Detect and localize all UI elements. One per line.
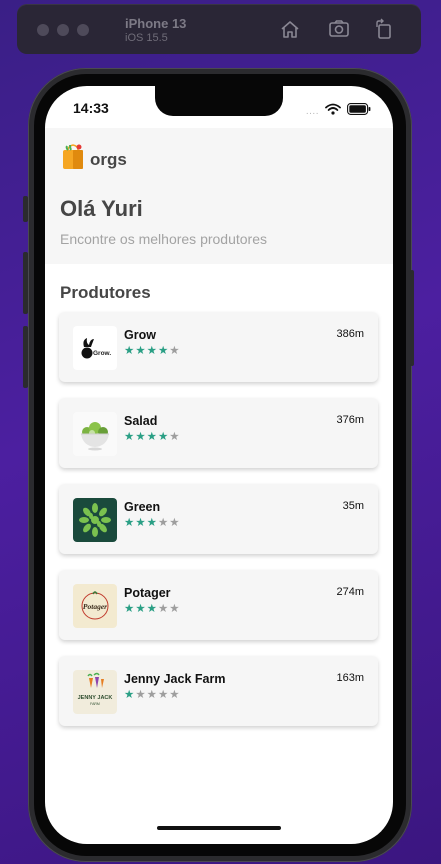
rotate-icon[interactable] <box>373 18 395 40</box>
star-icon: ★ <box>135 345 146 357</box>
star-icon: ★ <box>146 689 157 701</box>
producer-card[interactable]: Salad 376m ★ ★ ★ ★ ★ <box>59 398 378 468</box>
phone-screen: 14:33 .... orgs Olá Yuri Encontre os mel… <box>45 86 393 844</box>
svg-text:JENNY JACK: JENNY JACK <box>78 695 113 701</box>
notch <box>155 86 283 116</box>
star-icon: ★ <box>124 431 135 443</box>
svg-text:Potager: Potager <box>83 602 107 611</box>
status-icons: .... <box>306 102 371 120</box>
star-icon: ★ <box>146 603 157 615</box>
producer-distance: 274m <box>336 586 364 598</box>
producer-logo <box>73 498 117 542</box>
star-icon: ★ <box>157 345 169 357</box>
battery-icon <box>347 102 371 120</box>
producer-card[interactable]: Grow. Grow 386m ★ ★ ★ ★ ★ <box>59 312 378 382</box>
star-icon: ★ <box>146 517 157 529</box>
producer-name: Green <box>124 500 161 514</box>
star-icon: ★ <box>135 517 146 529</box>
producer-name: Salad <box>124 414 158 428</box>
producer-logo: JENNY JACK FARM <box>73 670 117 714</box>
simulator-toolbar: iPhone 13 iOS 15.5 <box>17 4 421 54</box>
minimize-window-button[interactable] <box>57 24 69 36</box>
star-icon: ★ <box>135 431 146 443</box>
svg-text:FARM: FARM <box>90 702 100 706</box>
mute-switch <box>23 196 28 222</box>
star-icon: ★ <box>157 689 169 701</box>
producer-name: Potager <box>124 586 171 600</box>
star-icon: ★ <box>169 689 180 701</box>
producer-card[interactable]: JENNY JACK FARM Jenny Jack Farm 163m ★ ★ ★ ★ ★ <box>59 656 378 726</box>
producer-logo: Grow. <box>73 326 117 370</box>
home-icon[interactable] <box>279 18 301 40</box>
star-icon: ★ <box>135 689 146 701</box>
greeting-title: Olá Yuri <box>60 196 143 221</box>
star-icon: ★ <box>157 603 169 615</box>
star-icon: ★ <box>169 517 180 529</box>
star-rating: ★ ★ ★ ★ ★ <box>124 517 180 529</box>
star-icon: ★ <box>124 345 135 357</box>
greeting-subtitle: Encontre os melhores produtores <box>60 231 267 247</box>
star-icon: ★ <box>169 431 180 443</box>
home-indicator[interactable] <box>157 826 281 830</box>
star-icon: ★ <box>124 689 135 701</box>
producer-distance: 386m <box>336 328 364 340</box>
star-icon: ★ <box>157 517 169 529</box>
producer-card[interactable]: Potager Potager 274m ★ ★ ★ ★ ★ <box>59 570 378 640</box>
star-rating: ★ ★ ★ ★ ★ <box>124 603 180 615</box>
star-icon: ★ <box>124 603 135 615</box>
producer-name: Jenny Jack Farm <box>124 672 226 686</box>
status-time: 14:33 <box>73 100 109 116</box>
producer-distance: 35m <box>342 500 364 512</box>
producer-distance: 376m <box>336 414 364 426</box>
wifi-icon <box>325 102 341 120</box>
star-icon: ★ <box>146 431 157 443</box>
power-button <box>410 270 414 366</box>
os-version: iOS 15.5 <box>125 32 168 44</box>
volume-down-button <box>23 326 28 388</box>
volume-up-button <box>23 252 28 314</box>
star-icon: ★ <box>124 517 135 529</box>
star-icon: ★ <box>135 603 146 615</box>
signal-dots: .... <box>305 105 319 117</box>
producer-name: Grow <box>124 328 156 342</box>
close-window-button[interactable] <box>37 24 49 36</box>
svg-text:Grow.: Grow. <box>93 350 111 357</box>
star-icon: ★ <box>169 345 180 357</box>
star-icon: ★ <box>146 345 157 357</box>
producer-card[interactable]: Green 35m ★ ★ ★ ★ ★ <box>59 484 378 554</box>
producer-distance: 163m <box>336 672 364 684</box>
star-icon: ★ <box>157 431 169 443</box>
logo-text: orgs <box>90 149 127 169</box>
device-name: iPhone 13 <box>125 16 187 31</box>
star-icon: ★ <box>169 603 180 615</box>
screenshot-icon[interactable] <box>328 18 350 40</box>
app-header: orgs Olá Yuri Encontre os melhores produ… <box>45 128 393 264</box>
star-rating: ★ ★ ★ ★ ★ <box>124 431 180 443</box>
producers-section-title: Produtores <box>60 283 151 302</box>
producer-logo: Potager <box>73 584 117 628</box>
app-logo: orgs <box>61 144 127 175</box>
star-rating: ★ ★ ★ ★ ★ <box>124 689 180 701</box>
shopping-bag-icon <box>61 144 85 175</box>
zoom-window-button[interactable] <box>77 24 89 36</box>
star-rating: ★ ★ ★ ★ ★ <box>124 345 180 357</box>
producer-logo <box>73 412 117 456</box>
